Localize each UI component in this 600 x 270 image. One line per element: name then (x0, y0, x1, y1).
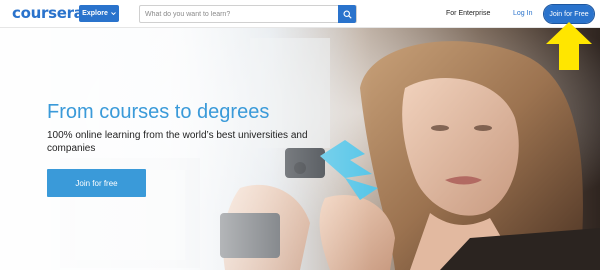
hero-subtitle: 100% online learning from the world’s be… (47, 130, 308, 154)
search-input[interactable] (140, 6, 340, 22)
join-for-free-button[interactable]: Join for Free (543, 4, 595, 24)
hero-banner: From courses to degrees 100% online lear… (0, 28, 600, 270)
explore-button[interactable]: Explore (79, 5, 119, 22)
chevron-down-icon (111, 12, 116, 16)
search-box (139, 5, 357, 23)
search-button[interactable] (338, 5, 356, 23)
search-icon (342, 9, 352, 19)
for-enterprise-link[interactable]: For Enterprise (446, 9, 490, 18)
explore-label: Explore (82, 10, 108, 17)
hero-join-button[interactable]: Join for free (47, 169, 146, 197)
log-in-link[interactable]: Log In (513, 9, 532, 18)
hero-title: From courses to degrees (47, 101, 270, 123)
arrow-up-icon (546, 22, 592, 70)
coursera-logo[interactable]: coursera (12, 6, 84, 21)
top-nav: coursera Explore For Enterprise Log In J… (0, 0, 600, 28)
